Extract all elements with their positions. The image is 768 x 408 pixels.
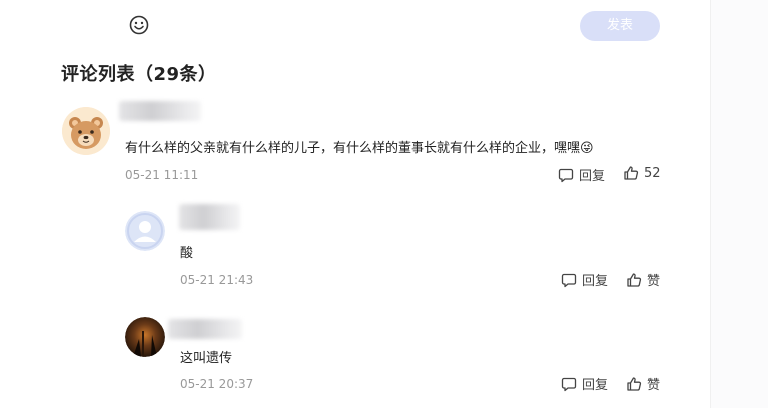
publish-button[interactable]: 发表 [580,11,660,41]
like-label: 赞 [647,274,661,289]
reply-text: 酸 [180,246,194,261]
reply-time: 05-21 20:37 [180,377,254,391]
chat-bubble-icon [561,273,577,287]
reply-button[interactable]: 回复 [561,270,608,289]
reply-button[interactable]: 回复 [558,165,605,184]
thumbs-up-icon [624,166,639,180]
like-count: 52 [644,165,661,181]
username-blurred [168,319,242,339]
bear-avatar-icon[interactable] [62,107,110,155]
photo-avatar-icon[interactable] [125,317,165,357]
like-label: 赞 [647,378,661,393]
comment-text: 有什么样的父亲就有什么样的儿子，有什么样的董事长就有什么样的企业，嘿嘿😜 [125,141,594,156]
reply-time: 05-21 21:43 [180,273,254,287]
default-user-avatar-icon[interactable] [125,211,165,251]
right-side-panel [710,0,768,408]
emoji-icon[interactable] [129,15,149,35]
like-button[interactable]: 赞 [626,270,660,289]
reply-label: 回复 [582,274,609,289]
chat-bubble-icon [561,377,577,391]
reply-button[interactable]: 回复 [561,374,608,393]
like-button[interactable]: 52 [623,165,661,181]
reply-text: 这叫遗传 [180,351,233,366]
comment-time: 05-21 11:11 [125,168,199,182]
thumbs-up-icon [627,272,642,287]
username-blurred [119,101,201,121]
comment-list-title: 评论列表（29条） [61,64,217,85]
reply-label: 回复 [579,169,606,184]
reply-label: 回复 [582,378,609,393]
chat-bubble-icon [558,168,574,182]
thumbs-up-icon [627,376,642,391]
username-blurred [179,204,240,230]
like-button[interactable]: 赞 [626,374,660,393]
